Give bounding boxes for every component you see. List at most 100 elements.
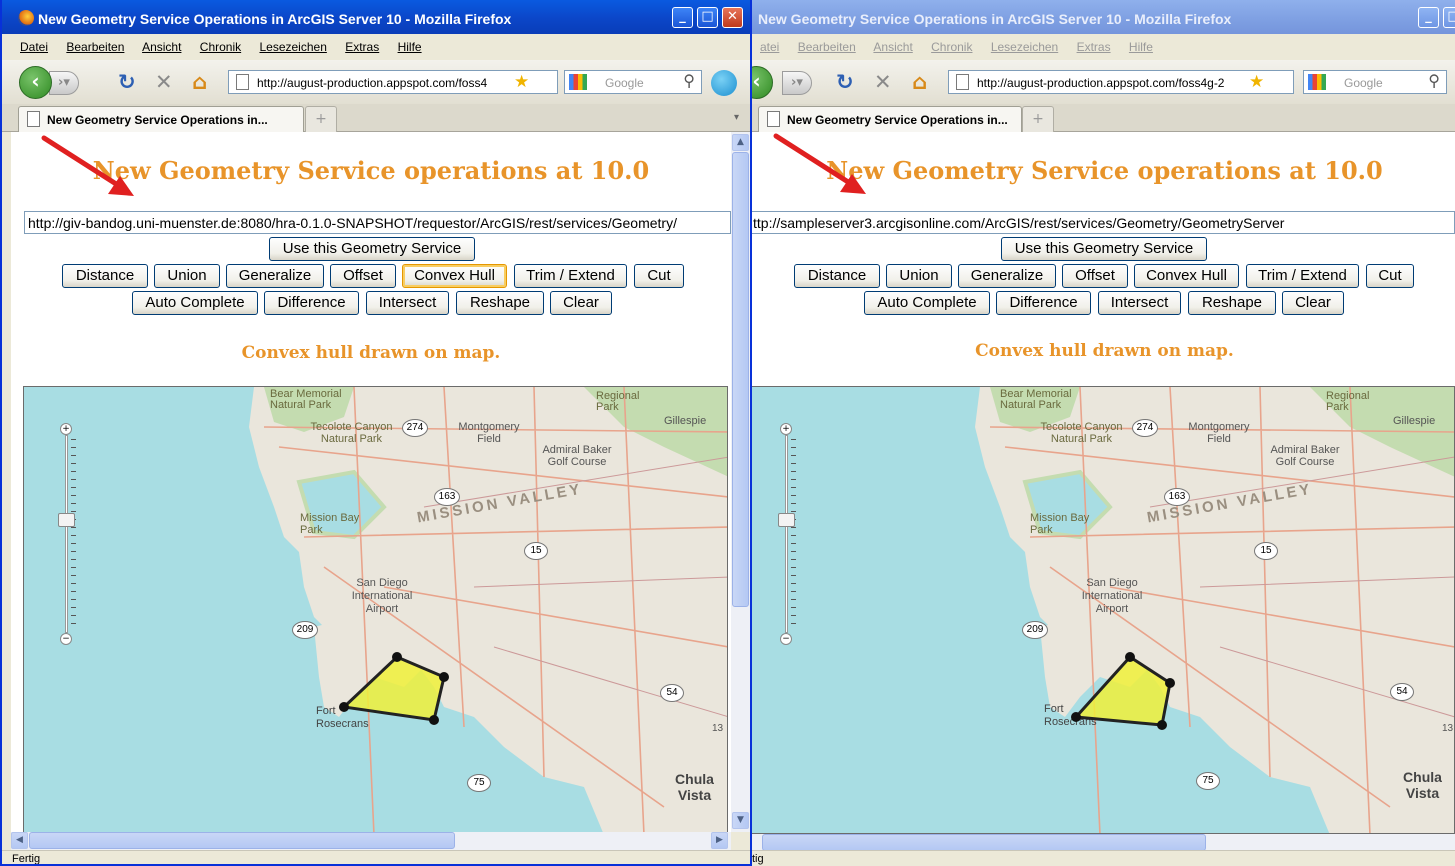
use-geometry-service-button[interactable]: Use this Geometry Service bbox=[269, 237, 475, 261]
map[interactable]: Bear Memorial Natural Park Regional Park… bbox=[23, 386, 728, 834]
zoom-out-icon[interactable]: − bbox=[780, 633, 792, 645]
zoom-slider[interactable]: + − bbox=[778, 423, 796, 645]
menu-extras[interactable]: Extras bbox=[1077, 40, 1111, 54]
zoom-out-icon[interactable]: − bbox=[60, 633, 72, 645]
skype-icon[interactable] bbox=[711, 70, 737, 96]
new-tab-button[interactable]: + bbox=[305, 106, 337, 132]
search-box[interactable]: Google ⚲ bbox=[564, 70, 702, 94]
union-button[interactable]: Union bbox=[886, 264, 952, 288]
menu-bearbeiten[interactable]: Bearbeiten bbox=[798, 40, 856, 54]
geometry-service-url-input[interactable]: http://giv-bandog.uni-muenster.de:8080/h… bbox=[24, 211, 731, 234]
menu-lesezeichen[interactable]: Lesezeichen bbox=[259, 40, 326, 54]
zoom-handle[interactable] bbox=[778, 513, 795, 527]
home-icon[interactable]: ⌂ bbox=[192, 70, 207, 94]
reload-icon[interactable]: ↻ bbox=[118, 70, 136, 94]
tab-active[interactable]: New Geometry Service Operations in... bbox=[18, 106, 304, 132]
status-bar-text: tig bbox=[752, 853, 764, 865]
vertical-scrollbar[interactable]: ▲ ▼ bbox=[731, 132, 750, 832]
horizontal-scrollbar[interactable]: ◀ ▶ bbox=[11, 832, 731, 850]
geometry-service-url-input[interactable]: ttp://sampleserver3.arcgisonline.com/Arc… bbox=[752, 211, 1455, 234]
menu-datei[interactable]: atei bbox=[760, 40, 779, 54]
zoom-handle[interactable] bbox=[58, 513, 75, 527]
trim-extend-button[interactable]: Trim / Extend bbox=[1246, 264, 1359, 288]
menu-ansicht[interactable]: Ansicht bbox=[142, 40, 181, 54]
new-tab-button[interactable]: + bbox=[1022, 106, 1054, 132]
minimize-button[interactable]: _ bbox=[1418, 7, 1439, 28]
menu-hilfe[interactable]: Hilfe bbox=[398, 40, 422, 54]
menu-chronik[interactable]: Chronik bbox=[200, 40, 241, 54]
clear-button[interactable]: Clear bbox=[550, 291, 612, 315]
convex-hull-button[interactable]: Convex Hull bbox=[1134, 264, 1239, 288]
back-icon[interactable]: ‹ bbox=[752, 66, 773, 99]
scroll-up-icon[interactable]: ▲ bbox=[732, 134, 749, 151]
zoom-track[interactable] bbox=[785, 435, 788, 633]
scroll-down-icon[interactable]: ▼ bbox=[732, 812, 749, 829]
generalize-button[interactable]: Generalize bbox=[958, 264, 1056, 288]
scroll-left-icon[interactable]: ◀ bbox=[11, 832, 28, 849]
reshape-button[interactable]: Reshape bbox=[1188, 291, 1276, 315]
trim-extend-button[interactable]: Trim / Extend bbox=[514, 264, 627, 288]
search-box[interactable]: Google ⚲ bbox=[1303, 70, 1447, 94]
menu-bar: Datei Bearbeiten Ansicht Chronik Lesezei… bbox=[2, 34, 750, 60]
distance-button[interactable]: Distance bbox=[62, 264, 148, 288]
home-icon[interactable]: ⌂ bbox=[912, 70, 927, 94]
address-bar[interactable]: http://august-production.appspot.com/fos… bbox=[948, 70, 1294, 94]
convex-hull-graphic bbox=[339, 652, 449, 725]
forward-icon[interactable]: ›▾ bbox=[49, 71, 79, 95]
cut-button[interactable]: Cut bbox=[634, 264, 684, 288]
scroll-thumb[interactable] bbox=[29, 832, 455, 849]
menu-hilfe[interactable]: Hilfe bbox=[1129, 40, 1153, 54]
offset-button[interactable]: Offset bbox=[330, 264, 396, 288]
page-icon bbox=[767, 111, 780, 127]
bookmark-star-icon[interactable]: ★ bbox=[514, 72, 529, 92]
generalize-button[interactable]: Generalize bbox=[226, 264, 324, 288]
cut-button[interactable]: Cut bbox=[1366, 264, 1414, 288]
menu-chronik[interactable]: Chronik bbox=[931, 40, 972, 54]
menu-datei[interactable]: Datei bbox=[20, 40, 48, 54]
scroll-thumb[interactable] bbox=[762, 834, 1206, 851]
stop-icon[interactable]: ✕ bbox=[874, 70, 892, 94]
tab-list-icon[interactable]: ▾ bbox=[734, 112, 739, 123]
zoom-track[interactable] bbox=[65, 435, 68, 633]
scroll-right-icon[interactable]: ▶ bbox=[711, 832, 728, 849]
status-bar: tig bbox=[752, 850, 1455, 866]
difference-button[interactable]: Difference bbox=[996, 291, 1091, 315]
tab-label: New Geometry Service Operations in... bbox=[787, 113, 1008, 127]
map[interactable]: Bear Memorial Natural Park Regional Park… bbox=[752, 386, 1455, 834]
clear-button[interactable]: Clear bbox=[1282, 291, 1344, 315]
zoom-slider[interactable]: + − bbox=[58, 423, 76, 645]
scroll-thumb[interactable] bbox=[732, 152, 749, 607]
use-geometry-service-button[interactable]: Use this Geometry Service bbox=[1001, 237, 1207, 261]
tab-active[interactable]: New Geometry Service Operations in... bbox=[758, 106, 1022, 132]
search-magnifier-icon[interactable]: ⚲ bbox=[1428, 71, 1440, 91]
address-bar[interactable]: http://august-production.appspot.com/fos… bbox=[228, 70, 558, 94]
forward-icon[interactable]: ›▾ bbox=[782, 71, 812, 95]
menu-bearbeiten[interactable]: Bearbeiten bbox=[66, 40, 124, 54]
page-icon bbox=[236, 74, 249, 90]
maximize-button[interactable]: □ bbox=[697, 7, 718, 28]
intersect-button[interactable]: Intersect bbox=[1098, 291, 1181, 315]
back-icon[interactable]: ‹ bbox=[19, 66, 52, 99]
union-button[interactable]: Union bbox=[154, 264, 220, 288]
reshape-button[interactable]: Reshape bbox=[456, 291, 544, 315]
maximize-button[interactable]: □ bbox=[1443, 7, 1455, 28]
close-button[interactable]: ✕ bbox=[722, 7, 743, 28]
minimize-button[interactable]: _ bbox=[672, 7, 693, 28]
auto-complete-button[interactable]: Auto Complete bbox=[864, 291, 990, 315]
auto-complete-button[interactable]: Auto Complete bbox=[132, 291, 258, 315]
stop-icon[interactable]: ✕ bbox=[155, 70, 173, 94]
zoom-in-icon[interactable]: + bbox=[60, 423, 72, 435]
zoom-in-icon[interactable]: + bbox=[780, 423, 792, 435]
menu-ansicht[interactable]: Ansicht bbox=[873, 40, 912, 54]
offset-button[interactable]: Offset bbox=[1062, 264, 1128, 288]
distance-button[interactable]: Distance bbox=[794, 264, 880, 288]
intersect-button[interactable]: Intersect bbox=[366, 291, 449, 315]
menu-extras[interactable]: Extras bbox=[345, 40, 379, 54]
bookmark-star-icon[interactable]: ★ bbox=[1249, 72, 1264, 92]
zoom-ticks bbox=[791, 439, 796, 629]
reload-icon[interactable]: ↻ bbox=[836, 70, 854, 94]
difference-button[interactable]: Difference bbox=[264, 291, 359, 315]
convex-hull-button[interactable]: Convex Hull bbox=[402, 264, 507, 288]
menu-lesezeichen[interactable]: Lesezeichen bbox=[991, 40, 1058, 54]
search-magnifier-icon[interactable]: ⚲ bbox=[683, 71, 695, 91]
